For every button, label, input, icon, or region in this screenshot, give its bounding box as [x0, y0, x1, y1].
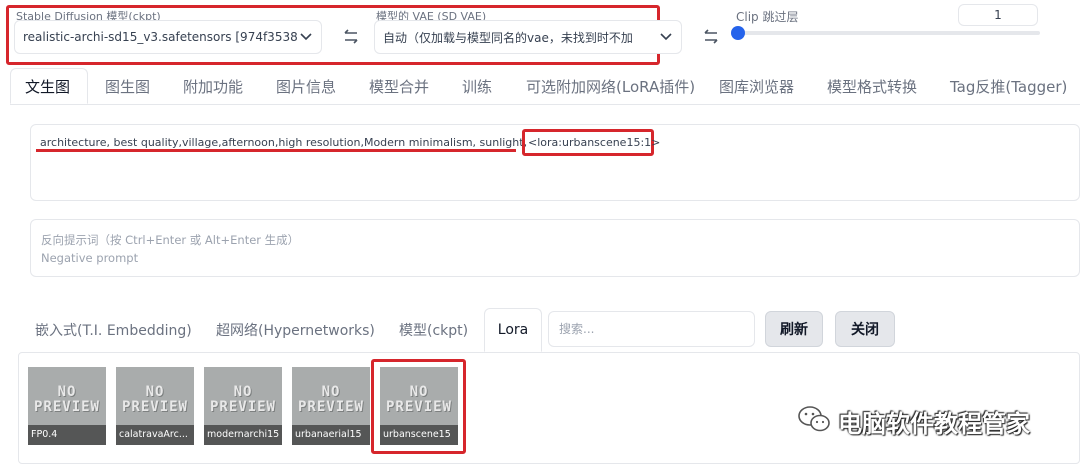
- lora-card-selected[interactable]: NO PREVIEW urbanscene15: [380, 367, 458, 445]
- tab-extras[interactable]: 附加功能: [183, 68, 243, 104]
- tab-additional-networks[interactable]: 可选附加网络(LoRA插件): [526, 68, 695, 104]
- lora-card[interactable]: NO PREVIEW modernarchi15: [204, 367, 282, 445]
- tab-checkpoints[interactable]: 模型(ckpt): [399, 308, 468, 352]
- lora-card[interactable]: NO PREVIEW FP0.4: [28, 367, 106, 445]
- refresh-ckpt-icon[interactable]: [340, 26, 362, 48]
- no-preview-image: NO PREVIEW: [297, 384, 364, 415]
- prompt-text: architecture, best quality,village,after…: [40, 136, 528, 149]
- no-preview-image: NO PREVIEW: [33, 384, 100, 415]
- extra-networks-tabs: 嵌入式(T.I. Embedding) 超网络(Hypernetworks) 模…: [24, 308, 544, 353]
- tab-train[interactable]: 训练: [462, 68, 492, 104]
- vae-select[interactable]: 自动（仅加载与模型同名的vae，未找到时不加: [374, 20, 682, 54]
- ckpt-select[interactable]: realistic-archi-sd15_v3.safetensors [974…: [14, 20, 322, 54]
- ckpt-select-value: realistic-archi-sd15_v3.safetensors [974…: [23, 30, 299, 44]
- prompt-lora-tag: <lora:urbanscene15:1>: [528, 136, 661, 149]
- tab-hypernetworks[interactable]: 超网络(Hypernetworks): [216, 308, 375, 352]
- lora-card-name: urbanscene15: [380, 425, 458, 445]
- clip-skip-slider-track[interactable]: [736, 31, 1040, 35]
- refresh-button[interactable]: 刷新: [765, 311, 823, 347]
- main-tabs: 文生图 图生图 附加功能 图片信息 模型合并 训练 可选附加网络(LoRA插件)…: [10, 68, 1080, 105]
- tab-image-browser[interactable]: 图库浏览器: [719, 68, 794, 104]
- tab-lora[interactable]: Lora: [484, 308, 542, 352]
- tab-tagger[interactable]: Tag反推(Tagger): [950, 68, 1067, 104]
- vae-select-value: 自动（仅加载与模型同名的vae，未找到时不加: [383, 30, 633, 45]
- lora-card-name: urbanaerial15: [292, 425, 370, 445]
- lora-card-name: calatravaArc...: [116, 425, 194, 445]
- tab-embedding[interactable]: 嵌入式(T.I. Embedding): [35, 308, 192, 352]
- lora-card[interactable]: NO PREVIEW urbanaerial15: [292, 367, 370, 445]
- negative-prompt-textarea[interactable]: [30, 219, 1080, 277]
- wechat-icon: [796, 404, 832, 438]
- tab-checkpoint-merger[interactable]: 模型合并: [369, 68, 429, 104]
- watermark-text: 电脑软件教程管家: [838, 410, 1030, 438]
- lora-card[interactable]: NO PREVIEW calatravaArc...: [116, 367, 194, 445]
- negative-prompt-placeholder-en: Negative prompt: [41, 251, 139, 265]
- negative-prompt-placeholder: 反向提示词（按 Ctrl+Enter 或 Alt+Enter 生成）: [41, 233, 300, 247]
- chevron-down-icon: [299, 33, 313, 41]
- no-preview-image: NO PREVIEW: [209, 384, 276, 415]
- lora-card-name: modernarchi15: [204, 425, 282, 445]
- no-preview-image: NO PREVIEW: [385, 384, 452, 415]
- tab-img2img[interactable]: 图生图: [105, 68, 150, 104]
- clip-skip-number[interactable]: 1: [958, 4, 1038, 26]
- tab-txt2img[interactable]: 文生图: [10, 68, 88, 104]
- tab-png-info[interactable]: 图片信息: [276, 68, 336, 104]
- chevron-down-icon: [659, 33, 673, 41]
- lora-card-name: FP0.4: [28, 425, 106, 445]
- refresh-vae-icon[interactable]: [700, 26, 722, 48]
- clip-skip-slider-thumb[interactable]: [731, 26, 745, 40]
- no-preview-image: NO PREVIEW: [121, 384, 188, 415]
- clip-skip-label: Clip 跳过层: [736, 10, 799, 24]
- tab-model-converter[interactable]: 模型格式转换: [827, 68, 917, 104]
- close-button[interactable]: 关闭: [835, 311, 895, 347]
- extra-networks-search-input[interactable]: [548, 311, 755, 347]
- prompt-underline: [36, 149, 516, 152]
